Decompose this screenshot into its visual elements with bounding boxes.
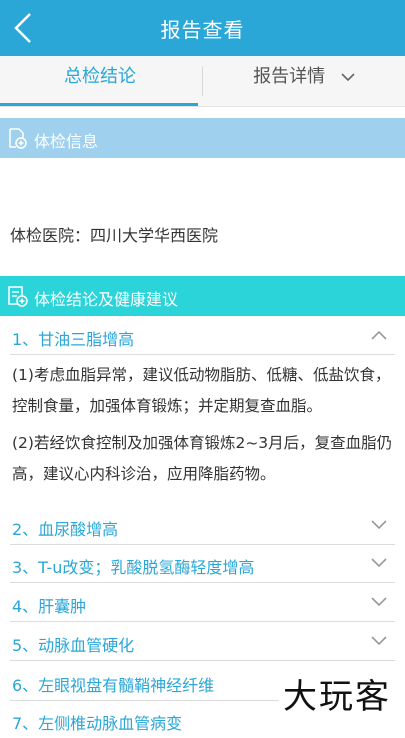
conclusion-item-1[interactable]: 1、甘油三脂增高: [10, 318, 395, 355]
conclusion-label: 4、肝囊肿: [12, 597, 87, 616]
tab-report-details-label: 报告详情: [253, 66, 326, 87]
conclusion-label: 2、血尿酸增高: [12, 520, 119, 539]
conclusion-item-2[interactable]: 2、血尿酸增高: [10, 508, 395, 545]
chevron-down-icon: [341, 73, 355, 82]
conclusions-title: 体检结论及健康建议: [34, 290, 179, 309]
tab-bar: 总检结论 报告详情: [0, 56, 405, 107]
conclusion-label: 3、T-u改变；乳酸脱氢酶轻度增高: [12, 558, 255, 577]
watermark-logo: 大玩客: [279, 669, 395, 718]
conclusion-item-4[interactable]: 4、肝囊肿: [10, 585, 395, 622]
conclusions-header: 体检结论及健康建议: [0, 276, 405, 316]
hospital-line: 体检医院：四川大学华西医院: [10, 226, 219, 245]
conclusion-label: 5、动脉血管硬化: [12, 636, 135, 655]
document-add-icon: [9, 128, 27, 149]
exam-info-title: 体检信息: [34, 132, 99, 151]
conclusion-item-3[interactable]: 3、T-u改变；乳酸脱氢酶轻度增高: [10, 546, 395, 583]
active-tab-indicator: [0, 103, 198, 106]
conclusion-label: 7、左侧椎动脉血管病变: [12, 714, 183, 733]
conclusion-label: 6、左眼视盘有髓鞘神经纤维: [12, 676, 215, 695]
advice-paragraph-2: (2)若经饮食控制及加强体育锻炼2~3月后，复查血脂仍高，建议心内科诊治，应用降…: [12, 434, 393, 483]
chevron-down-icon: [371, 636, 387, 646]
page-title: 报告查看: [160, 18, 245, 42]
chevron-down-icon: [371, 597, 387, 607]
chevron-up-icon: [371, 330, 387, 340]
tab-report-details[interactable]: 报告详情: [203, 56, 405, 106]
app-header: 报告查看: [0, 0, 405, 56]
chevron-down-icon: [371, 520, 387, 530]
exam-info-header: 体检信息: [0, 118, 405, 158]
conclusion-label: 1、甘油三脂增高: [12, 330, 135, 349]
report-list-icon: [8, 286, 28, 307]
conclusion-item-5[interactable]: 5、动脉血管硬化: [10, 624, 395, 661]
tab-summary[interactable]: 总检结论: [0, 56, 200, 106]
chevron-down-icon: [371, 558, 387, 568]
advice-paragraph-1: (1)考虑血脂异常，建议低动物脂肪、低糖、低盐饮食，控制食量，加强体育锻炼；并定…: [12, 366, 391, 415]
